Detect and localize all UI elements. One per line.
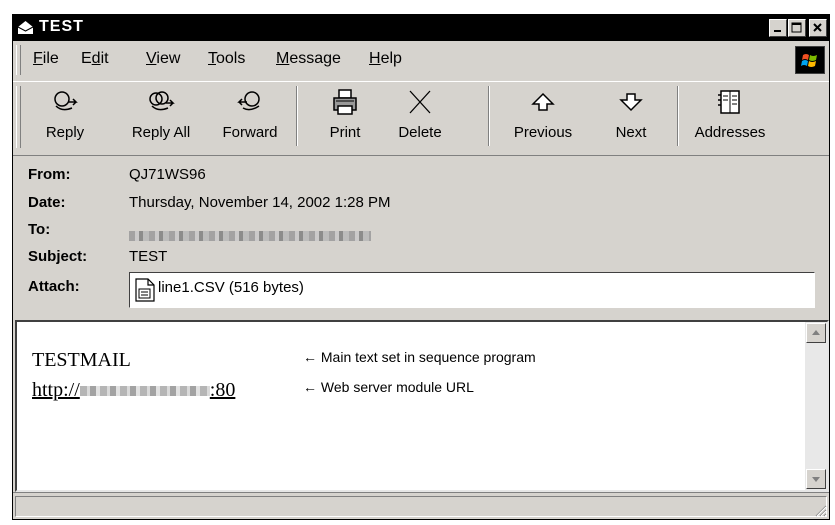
- forward-icon: [237, 91, 260, 111]
- close-button[interactable]: [809, 19, 827, 37]
- title-bar: TEST: [13, 15, 829, 41]
- reply-icon: [54, 91, 78, 111]
- status-bar: [13, 492, 829, 519]
- minimize-icon: [774, 30, 781, 32]
- to-label: To:: [28, 221, 51, 238]
- print-label: Print: [329, 124, 361, 141]
- scroll-up-icon: [812, 330, 820, 335]
- close-icon: [813, 23, 822, 32]
- file-icon: [135, 278, 155, 302]
- toolbar-separator: [677, 86, 679, 146]
- toolbar: Reply Reply All Forward Print Delete Pre…: [13, 81, 829, 154]
- toolbar-separator: [488, 86, 490, 146]
- menu-bar: File Edit View Tools Message Help: [13, 41, 829, 79]
- menu-edit[interactable]: Edit: [81, 50, 109, 68]
- reply-button[interactable]: Reply: [35, 84, 95, 150]
- menu-grip: [16, 45, 21, 75]
- printer-icon: [333, 89, 357, 115]
- delete-button[interactable]: Delete: [389, 84, 451, 150]
- reply-all-icon: [149, 91, 175, 111]
- previous-label: Previous: [513, 124, 573, 141]
- menu-tools[interactable]: Tools: [208, 50, 245, 68]
- url-suffix: :80: [209, 379, 236, 401]
- from-value: QJ71WS96: [129, 166, 206, 183]
- vertical-scrollbar[interactable]: [805, 322, 827, 490]
- addresses-label: Addresses: [694, 124, 766, 141]
- envelope-icon: [17, 21, 34, 34]
- forward-button[interactable]: Forward: [218, 84, 282, 150]
- forward-label: Forward: [222, 124, 278, 141]
- attachment-field[interactable]: line1.CSV (516 bytes): [129, 272, 815, 308]
- date-label: Date:: [28, 194, 66, 211]
- menu-view[interactable]: View: [146, 50, 180, 68]
- addresses-button[interactable]: Addresses: [689, 84, 771, 150]
- subject-value: TEST: [129, 248, 168, 265]
- date-value: Thursday, November 14, 2002 1:28 PM: [129, 194, 391, 211]
- up-arrow-icon: [531, 92, 555, 111]
- status-field: [15, 496, 827, 517]
- url-prefix: http://: [32, 379, 80, 401]
- previous-button[interactable]: Previous: [503, 84, 583, 150]
- maximize-button[interactable]: [788, 19, 806, 37]
- maximize-icon: [791, 22, 802, 33]
- next-label: Next: [615, 124, 647, 141]
- scroll-down-icon: [812, 477, 820, 482]
- scroll-down-button[interactable]: [806, 469, 826, 489]
- reply-all-button[interactable]: Reply All: [125, 84, 197, 150]
- message-header: From: QJ71WS96 Date: Thursday, November …: [13, 155, 829, 316]
- menu-file[interactable]: File: [33, 50, 59, 68]
- resize-grip-icon[interactable]: [813, 503, 827, 517]
- scroll-up-button[interactable]: [806, 323, 826, 343]
- menu-message[interactable]: Message: [276, 50, 341, 68]
- attach-label: Attach:: [28, 278, 80, 295]
- mail-main-text: TESTMAIL: [32, 349, 131, 371]
- from-label: From:: [28, 166, 71, 183]
- address-book-icon: [718, 90, 740, 114]
- mail-window: TEST File Edit View Tools Message Help R…: [12, 14, 830, 520]
- menu-help[interactable]: Help: [369, 50, 402, 68]
- window-title: TEST: [39, 18, 84, 35]
- reply-all-label: Reply All: [131, 124, 191, 141]
- subject-label: Subject:: [28, 248, 88, 265]
- web-server-url-link[interactable]: http:// :80: [32, 379, 235, 402]
- reply-label: Reply: [45, 124, 85, 141]
- url-redacted: [79, 386, 210, 397]
- windows-logo-icon: [795, 46, 825, 74]
- to-value-redacted: [129, 231, 371, 241]
- annotation-main-text: ← Main text set in sequence program: [303, 349, 536, 365]
- minimize-button[interactable]: [769, 19, 787, 37]
- delete-label: Delete: [398, 124, 442, 141]
- toolbar-separator: [296, 86, 298, 146]
- message-body[interactable]: TESTMAIL http:// :80 ← Main text set in s…: [15, 320, 829, 492]
- attachment-name[interactable]: line1.CSV (516 bytes): [158, 279, 304, 296]
- toolbar-grip: [16, 86, 21, 148]
- down-arrow-icon: [619, 93, 643, 112]
- annotation-url: ← Web server module URL: [303, 379, 474, 395]
- next-button[interactable]: Next: [605, 84, 657, 150]
- print-button[interactable]: Print: [319, 84, 371, 150]
- delete-x-icon: [409, 90, 431, 114]
